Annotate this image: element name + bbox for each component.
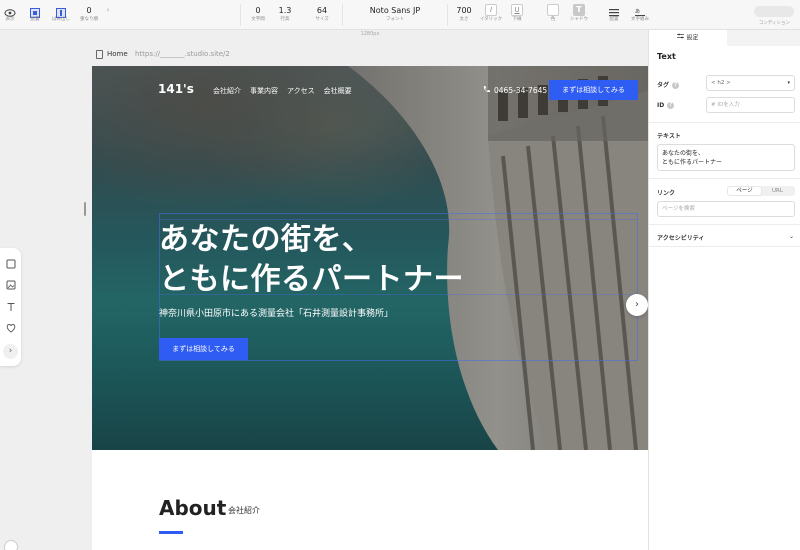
link-type-toggle: ページ URL xyxy=(727,186,795,196)
chevron-right-icon: › xyxy=(106,6,110,14)
left-insert-dock: › xyxy=(0,248,21,366)
hero-cta-button[interactable]: まずは相談してみる xyxy=(159,338,248,360)
tab-settings[interactable]: 設定 xyxy=(649,30,727,46)
color-swatch xyxy=(547,4,559,16)
text-wrap-tool[interactable]: あ 文字組み xyxy=(623,4,657,23)
hero-headline-line-1: あなたの街を、 xyxy=(159,222,373,257)
chevron-down-icon[interactable]: ⌄ xyxy=(789,233,794,240)
page-icon xyxy=(96,50,103,59)
font-size-tool[interactable]: 64 サイズ xyxy=(305,4,339,23)
id-label-text: ID xyxy=(657,102,665,109)
resize-handle[interactable] xyxy=(84,202,86,216)
help-icon[interactable]: ? xyxy=(672,82,680,89)
sliders-icon xyxy=(677,30,685,46)
frame-url[interactable]: https://_______.studio.site/2 xyxy=(135,50,230,58)
phone-icon xyxy=(482,85,491,94)
svg-text:あ: あ xyxy=(635,9,640,15)
about-underline xyxy=(159,531,183,534)
layout-icon xyxy=(29,4,41,18)
about-title: About xyxy=(159,496,227,520)
text-wrap-icon: あ xyxy=(634,4,646,16)
id-label: ID? xyxy=(657,102,675,109)
panel-divider xyxy=(649,246,800,247)
underline-icon: U xyxy=(511,4,523,16)
tag-label: タグ? xyxy=(657,80,680,89)
nav-item-company[interactable]: 会社紹介 xyxy=(213,86,241,96)
panel-divider xyxy=(649,178,800,179)
caret-down-icon: ▾ xyxy=(787,80,790,86)
header-cta-button[interactable]: まずは相談してみる xyxy=(549,80,638,100)
nav-item-overview[interactable]: 会社概要 xyxy=(324,86,352,96)
phone-number[interactable]: 0465-34-7645 xyxy=(494,86,547,95)
nav-item-access[interactable]: アクセス xyxy=(287,86,315,96)
help-button[interactable] xyxy=(4,540,18,550)
toolbar-separator xyxy=(342,4,343,26)
italic-icon: I xyxy=(485,4,497,16)
font-family-tool[interactable]: Noto Sans JP フォント xyxy=(362,4,428,23)
panel-title: Text xyxy=(657,52,676,61)
hero-subline[interactable]: 神奈川県小田原市にある測量会社「石井測量設計事務所」 xyxy=(159,306,393,319)
accessibility-section[interactable]: アクセシビリティ xyxy=(657,233,704,242)
underline-tool[interactable]: U 下線 xyxy=(500,4,534,23)
frame-page-name[interactable]: Home xyxy=(107,50,128,58)
panel-tabs: 設定 xyxy=(649,30,800,46)
page-search-input[interactable]: ページを検索 xyxy=(657,201,795,217)
box-icon[interactable] xyxy=(5,258,17,270)
site-nav: 会社紹介 事業内容 アクセス 会社概要 xyxy=(213,86,352,96)
condition-toggle[interactable] xyxy=(754,6,794,17)
link-type-url[interactable]: URL xyxy=(761,187,794,195)
canvas-width-ruler: 1280px xyxy=(360,31,380,37)
about-section[interactable]: About 会社紹介 xyxy=(92,450,648,550)
panel-divider xyxy=(649,224,800,225)
nav-item-services[interactable]: 事業内容 xyxy=(250,86,278,96)
tag-select-value: < h2 > xyxy=(711,80,731,86)
toolbar-more[interactable]: › xyxy=(91,4,125,17)
hero-section[interactable]: 141's 会社紹介 事業内容 アクセス 会社概要 0465-34-7645 ま… xyxy=(92,66,648,450)
about-subtitle: 会社紹介 xyxy=(228,506,260,515)
condition-label: コンディション xyxy=(758,21,790,26)
text-icon[interactable] xyxy=(5,301,17,313)
id-input[interactable]: # IDを入力 xyxy=(706,97,795,113)
page-frame-bar: Home https://_______.studio.site/2 xyxy=(92,44,648,66)
text-shadow-tool[interactable]: T シャドウ xyxy=(562,4,596,23)
eye-icon xyxy=(4,4,16,17)
help-icon[interactable]: ? xyxy=(667,102,675,109)
panel-divider xyxy=(649,122,800,123)
tab-settings-label: 設定 xyxy=(686,34,699,42)
hero-headline-line-2: ともに作るパートナー xyxy=(159,262,464,297)
tag-label-text: タグ xyxy=(657,82,670,89)
text-content-line-1: あなたの街を、 xyxy=(662,150,705,157)
heart-icon[interactable] xyxy=(5,322,17,334)
link-label: リンク xyxy=(657,190,676,197)
line-height-tool[interactable]: 1.3 行高 xyxy=(268,4,302,23)
site-logo[interactable]: 141's xyxy=(158,82,194,96)
tag-select[interactable]: < h2 > ▾ xyxy=(706,75,795,91)
image-icon[interactable] xyxy=(5,279,17,291)
overflow-icon xyxy=(55,4,67,18)
top-toolbar: 表示 配置 はみ出し 0 重なり順 › 0 文字間 1.3 行高 64 サイズ … xyxy=(0,0,800,30)
settings-panel: 設定 Text タグ? < h2 > ▾ ID? # IDを入力 テキスト あな… xyxy=(648,30,800,550)
chevron-right-icon[interactable]: › xyxy=(626,294,648,316)
align-icon xyxy=(608,4,620,17)
link-type-page[interactable]: ページ xyxy=(728,187,761,195)
text-label: テキスト xyxy=(657,133,681,140)
text-content-line-2: ともに作るパートナー xyxy=(662,159,723,166)
hero-headline[interactable]: あなたの街を、 ともに作るパートナー xyxy=(159,220,464,300)
text-content-input[interactable]: あなたの街を、 ともに作るパートナー xyxy=(657,144,795,171)
chevron-right-icon[interactable]: › xyxy=(3,344,18,359)
text-shadow-icon: T xyxy=(573,4,585,16)
